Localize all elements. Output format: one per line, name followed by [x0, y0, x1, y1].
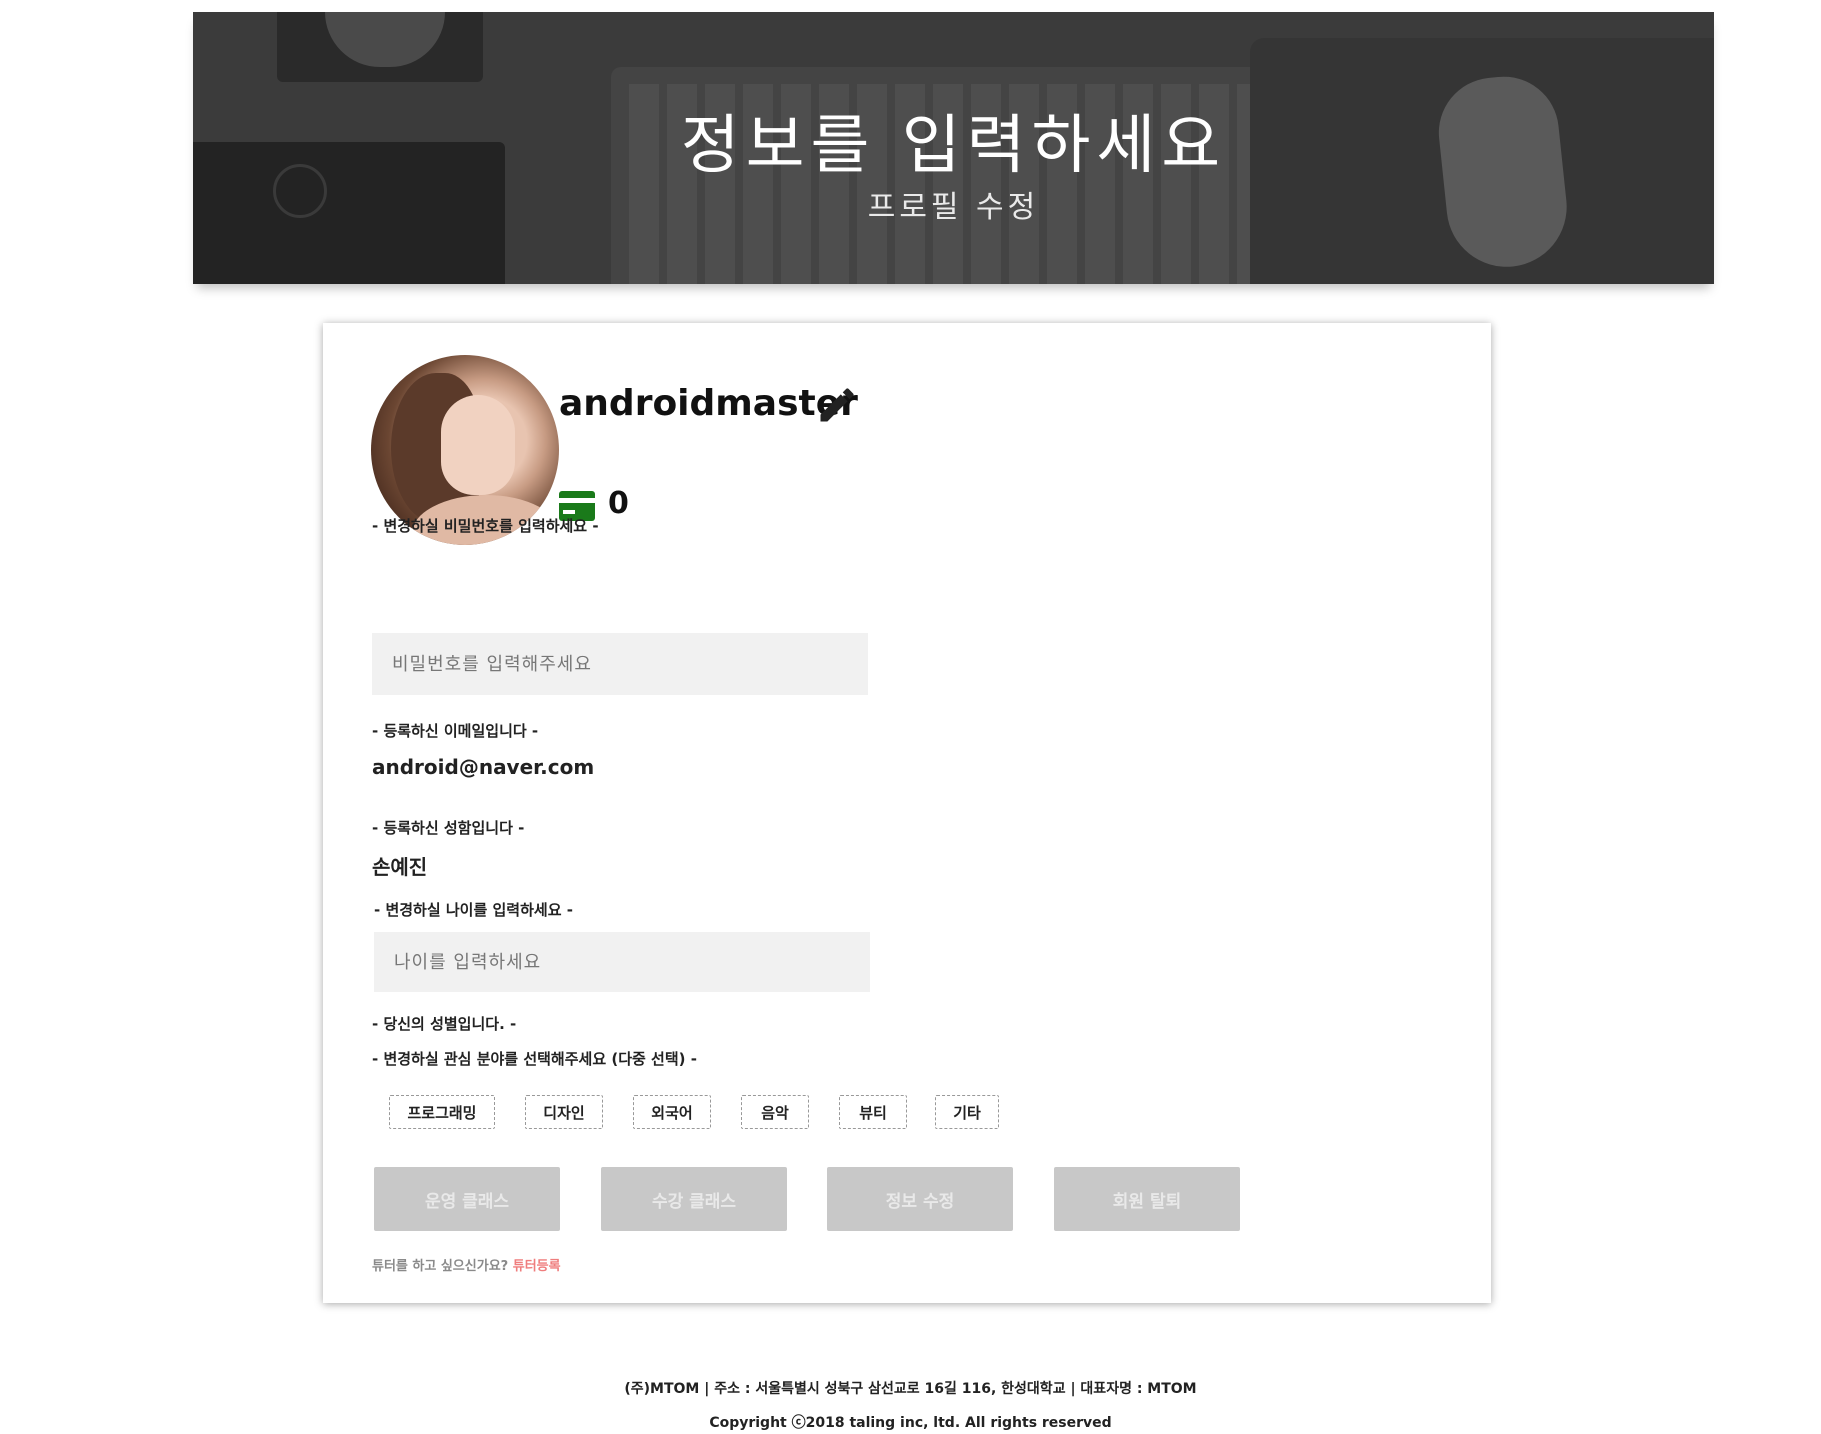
- page-subtitle: 프로필 수정: [867, 190, 1040, 225]
- tutor-prompt: 튜터를 하고 싶으신가요? 튜터등록: [372, 1255, 561, 1274]
- interest-tag-etc[interactable]: 기타: [935, 1095, 999, 1129]
- footer-company-info: (주)MTOM | 주소 : 서울특별시 성북구 삼선교로 16길 116, 한…: [624, 1381, 1197, 1397]
- password-input[interactable]: [372, 633, 868, 695]
- interest-tag-programming[interactable]: 프로그래밍: [389, 1095, 495, 1129]
- name-value: 손예진: [372, 855, 428, 879]
- withdraw-button[interactable]: 회원 탈퇴: [1054, 1167, 1240, 1231]
- interest-tag-beauty[interactable]: 뷰티: [839, 1095, 907, 1129]
- age-input[interactable]: [374, 932, 870, 992]
- tutor-register-link[interactable]: 튜터등록: [513, 1259, 561, 1274]
- pencil-icon[interactable]: [815, 383, 859, 427]
- tutor-question: 튜터를 하고 싶으신가요?: [372, 1259, 509, 1274]
- gender-label: - 당신의 성별입니다. -: [372, 1015, 517, 1033]
- manage-class-button[interactable]: 운영 클래스: [374, 1167, 560, 1231]
- header-banner: 정보를 입력하세요 프로필 수정: [193, 12, 1714, 284]
- interest-tag-design[interactable]: 디자인: [525, 1095, 603, 1129]
- username: androidmaster: [559, 383, 858, 424]
- age-label: - 변경하실 나이를 입력하세요 -: [374, 901, 573, 919]
- avatar-face: [441, 395, 515, 495]
- password-label: - 변경하실 비밀번호를 입력하세요 -: [372, 517, 599, 535]
- email-label: - 등록하신 이메일입니다 -: [372, 722, 539, 740]
- profile-card: androidmaster 0 - 변경하실 비밀번호를 입력하세요 - - 등…: [323, 323, 1491, 1303]
- name-label: - 등록하신 성함입니다 -: [372, 819, 525, 837]
- page-title: 정보를 입력하세요: [680, 109, 1227, 183]
- footer-copyright: Copyright ⓒ2018 taling inc, ltd. All rig…: [709, 1415, 1112, 1431]
- email-value: android@naver.com: [372, 755, 595, 779]
- edit-info-button[interactable]: 정보 수정: [827, 1167, 1013, 1231]
- interest-label: - 변경하실 관심 분야를 선택해주세요 (다중 선택) -: [372, 1050, 697, 1068]
- interest-tag-music[interactable]: 음악: [741, 1095, 809, 1129]
- points-value: 0: [608, 486, 629, 521]
- enrolled-class-button[interactable]: 수강 클래스: [601, 1167, 787, 1231]
- interest-tag-language[interactable]: 외국어: [633, 1095, 711, 1129]
